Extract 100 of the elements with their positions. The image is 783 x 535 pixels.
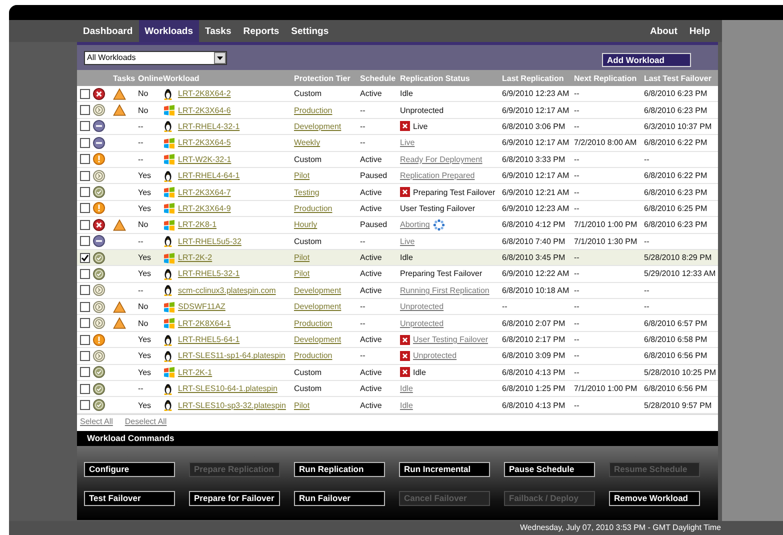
workload-link[interactable]: LRT-2K8X64-2: [178, 89, 231, 98]
checkbox[interactable]: [80, 384, 90, 394]
checkbox[interactable]: [80, 236, 90, 246]
workload-link[interactable]: LRT-SLES11-sp1-64.platespin: [178, 351, 286, 360]
table-row[interactable]: Yes LRT-2K3X64-7 Testing Active Preparing Test Failover 6/9/2010 12:21 AM -- 6/8/2010 6:23 PM: [77, 184, 718, 200]
command-button[interactable]: Pause Schedule: [504, 462, 595, 477]
tier-link[interactable]: Pilot: [294, 269, 310, 278]
checkbox[interactable]: [80, 203, 90, 214]
status-link[interactable]: User Testing Failover: [413, 335, 488, 344]
table-row[interactable]: Yes LRT-2K-2 Pilot Active Idle 6/8/2010 3:45 PM -- 5/28/2010 8:29 PM: [77, 249, 718, 266]
table-row[interactable]: Yes LRT-RHEL5-64-1 Development Active User Testing Failover 6/8/2010 2:17 PM -- 6/8/2010 6:58 PM: [77, 331, 718, 348]
nav-tab[interactable]: Tasks: [199, 20, 238, 42]
checkbox[interactable]: [80, 138, 90, 148]
table-row[interactable]: No SDSWF11AZ Development -- Unprotected -- -- --: [77, 298, 718, 315]
workload-link[interactable]: scm-cclinux3.platespin.com: [178, 286, 276, 295]
status-link[interactable]: Aborting: [400, 220, 430, 230]
checkbox[interactable]: [80, 121, 90, 132]
table-row[interactable]: Yes LRT-RHEL4-64-1 Pilot Paused Replication Prepared 6/9/2010 12:17 AM -- 6/8/2010 6:22 PM: [77, 167, 718, 184]
tier-link[interactable]: Hourly: [294, 220, 318, 230]
status-link[interactable]: Idle: [400, 400, 413, 410]
status-link[interactable]: Idle: [400, 384, 413, 394]
tier-link[interactable]: Production: [294, 106, 332, 115]
command-button[interactable]: Remove Workload: [609, 490, 700, 506]
tier-link[interactable]: Testing: [294, 188, 320, 197]
tier-link[interactable]: Pilot: [294, 253, 310, 262]
tier-link[interactable]: Development: [294, 286, 342, 295]
checkbox[interactable]: [80, 268, 90, 279]
checkbox[interactable]: [80, 318, 90, 328]
checkbox[interactable]: [80, 400, 90, 410]
tier-link[interactable]: Production: [294, 204, 332, 213]
workload-link[interactable]: LRT-RHEL4-32-1: [178, 122, 240, 131]
workload-link[interactable]: LRT-2K-1: [178, 368, 212, 377]
table-row[interactable]: No LRT-2K8X64-1 Production -- Unprotected 6/8/2010 2:07 PM -- 6/8/2010 6:57 PM: [77, 314, 718, 332]
command-button[interactable]: Run Failover: [294, 490, 385, 506]
checkbox[interactable]: [80, 154, 90, 164]
table-row[interactable]: Yes LRT-SLES10-sp3-32.platespin Pilot Active Idle 6/8/2010 4:13 PM -- 5/28/2010 9:57 PM: [77, 396, 718, 414]
tier-link[interactable]: Production: [294, 318, 332, 328]
workload-link[interactable]: LRT-2K8-1: [178, 220, 217, 230]
status-link[interactable]: Running First Replication: [400, 286, 490, 295]
tier-link[interactable]: Production: [294, 351, 332, 360]
nav-tab[interactable]: Settings: [285, 20, 335, 42]
checkbox[interactable]: [80, 105, 90, 116]
workload-link[interactable]: SDSWF11AZ: [178, 302, 226, 312]
table-row[interactable]: Yes LRT-2K-1 Custom Active Idle 6/8/2010 4:13 PM -- 5/28/2010 10:25 PM: [77, 364, 718, 381]
status-link[interactable]: Unprotected: [400, 318, 444, 328]
checkbox[interactable]: [80, 252, 90, 263]
table-row[interactable]: Yes LRT-RHEL5-32-1 Pilot Active Preparing Test Failover 6/9/2010 12:22 AM -- 5/29/2010 12:33 AM: [77, 266, 718, 282]
tier-link[interactable]: Pilot: [294, 171, 310, 180]
workload-link[interactable]: LRT-2K3X64-9: [178, 204, 231, 213]
command-button[interactable]: Run Incremental: [399, 462, 490, 477]
tier-link[interactable]: Pilot: [294, 400, 310, 410]
nav-tab[interactable]: Workloads: [138, 20, 200, 42]
checkbox[interactable]: [80, 187, 90, 198]
workload-link[interactable]: LRT-SLES10-64-1.platespin: [178, 384, 278, 394]
workload-link[interactable]: LRT-RHEL4-64-1: [178, 171, 240, 180]
table-row[interactable]: -- LRT-SLES10-64-1.platespin Custom Active Idle 6/8/2010 1:25 PM 7/1/2010 1:00 PM 6/8/2010 6:56 PM: [77, 380, 718, 397]
tier-link[interactable]: Development: [294, 335, 342, 344]
tier-link[interactable]: Development: [294, 302, 342, 312]
workload-link[interactable]: LRT-W2K-32-1: [178, 154, 232, 164]
workload-link[interactable]: LRT-2K3X64-6: [178, 106, 231, 115]
command-button[interactable]: Test Failover: [84, 490, 175, 506]
checkbox[interactable]: [80, 220, 90, 230]
checkbox[interactable]: [80, 367, 90, 378]
nav-tab[interactable]: Dashboard: [77, 20, 139, 42]
status-link[interactable]: Unprotected: [400, 302, 444, 312]
table-row[interactable]: -- LRT-W2K-32-1 Custom Active Ready For Deployment 6/8/2010 3:33 PM -- --: [77, 151, 718, 168]
workload-link[interactable]: LRT-RHEL5-64-1: [178, 335, 240, 344]
status-link[interactable]: Unprotected: [413, 351, 457, 360]
checkbox[interactable]: [80, 334, 90, 345]
nav-link[interactable]: About: [644, 20, 684, 42]
checkbox[interactable]: [80, 302, 90, 312]
table-row[interactable]: No LRT-2K8X64-2 Custom Active Idle 6/9/2010 12:23 AM -- 6/8/2010 6:23 PM: [77, 86, 718, 102]
workload-link[interactable]: LRT-SLES10-sp3-32.platespin: [178, 400, 286, 410]
table-row[interactable]: -- scm-cclinux3.platespin.com Development Active Running First Replication 6/8/2010 10:18 AM -- --: [77, 282, 718, 299]
status-link[interactable]: Live: [400, 236, 415, 246]
checkbox[interactable]: [80, 285, 90, 296]
add-workload-button[interactable]: Add Workload: [602, 52, 691, 66]
status-link[interactable]: Replication Prepared: [400, 171, 475, 180]
checkbox[interactable]: [80, 88, 90, 99]
command-button[interactable]: Run Replication: [294, 462, 385, 477]
nav-link[interactable]: Help: [683, 20, 716, 42]
workload-link[interactable]: LRT-2K8X64-1: [178, 318, 231, 328]
checkbox[interactable]: [80, 350, 90, 361]
status-link[interactable]: Live: [400, 138, 415, 148]
table-row[interactable]: -- LRT-2K3X64-5 Weekly -- Live 6/9/2010 12:17 AM 7/2/2010 8:00 AM 6/8/2010 6:22 PM: [77, 134, 718, 152]
checkbox[interactable]: [80, 170, 90, 181]
nav-tab[interactable]: Reports: [237, 20, 286, 42]
table-row[interactable]: No LRT-2K8-1 Hourly Paused Aborting 6/8/2010 4:12 PM 7/1/2010 1:00 PM 6/8/2010 6:23 PM: [77, 216, 718, 234]
table-row[interactable]: Yes LRT-2K3X64-9 Production Active User Testing Failover 6/9/2010 12:23 AM -- 6/8/2010 6:25 PM: [77, 200, 718, 217]
workload-filter-dropdown[interactable]: All Workloads: [84, 50, 227, 64]
workload-link[interactable]: LRT-2K-2: [178, 253, 212, 262]
table-row[interactable]: -- LRT-RHEL5u5-32 Custom -- Live 6/8/2010 7:40 PM 7/1/2010 1:30 PM --: [77, 233, 718, 250]
workload-link[interactable]: LRT-2K3X64-5: [178, 138, 231, 148]
table-row[interactable]: No LRT-2K3X64-6 Production -- Unprotected 6/9/2010 12:17 AM -- 6/8/2010 6:23 PM: [77, 102, 718, 118]
footer-link[interactable]: Deselect All: [124, 417, 167, 426]
status-link[interactable]: Ready For Deployment: [400, 154, 482, 164]
workload-link[interactable]: LRT-2K3X64-7: [178, 188, 231, 197]
tier-link[interactable]: Weekly: [294, 138, 320, 148]
workload-link[interactable]: LRT-RHEL5u5-32: [178, 236, 242, 246]
footer-link[interactable]: Select All: [80, 417, 113, 426]
